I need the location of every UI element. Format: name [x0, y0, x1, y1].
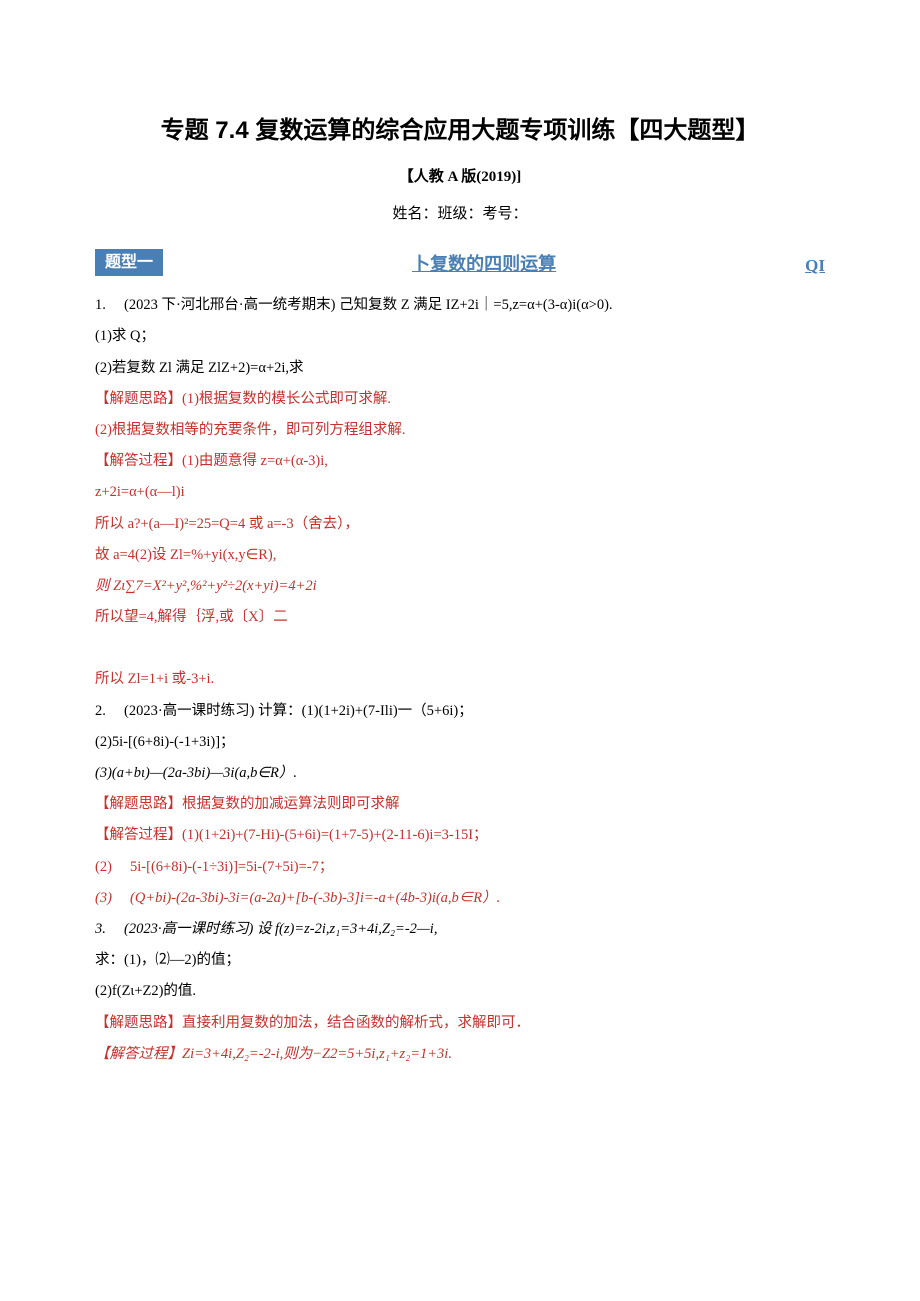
text-line: 所以望=4,解得｛浮,或〔X〕二 — [95, 606, 825, 629]
text-line — [95, 637, 825, 660]
text-line: (2)f(Zι+Z2)的值. — [95, 980, 825, 1003]
section-qi-label: QI — [805, 256, 825, 276]
text-line: 所以 Zl=1+i 或-3+i. — [95, 668, 825, 691]
text-line: 【解题思路】直接利用复数的加法，结合函数的解析式，求解即可． — [95, 1012, 825, 1035]
text-line: 3. (2023·高一课时练习) 设 f(z)=z-2i,z₁=3+4i,Z₂=… — [95, 918, 825, 941]
text-line: 【解答过程】(1)由题意得 z=α+(α-3)i, — [95, 450, 825, 473]
text-line: 2. (2023·高一课时练习) 计算：(1)(1+2i)+(7-Ili)一（5… — [95, 700, 825, 723]
section-badge: 题型一 — [95, 249, 163, 276]
text-line: (2)根据复数相等的充要条件，即可列方程组求解. — [95, 419, 825, 442]
text-line: 【解答过程】Zi=3+4i,Z₂=-2-i,则为−Z2=5+5i,z₁+z₂=1… — [95, 1043, 825, 1066]
text-line: (2)若复数 Zl 满足 ZlZ+2)=α+2i,求 — [95, 357, 825, 380]
text-line: 【解题思路】根据复数的加减运算法则即可求解 — [95, 793, 825, 816]
text-line: z+2i=α+(α—l)i — [95, 481, 825, 504]
section-heading: 卜复数的四则运算 — [169, 250, 799, 276]
student-meta: 姓名：班级：考号： — [95, 202, 825, 223]
document-body: 1. (2023 下·河北邢台·高一统考期末) 己知复数 Z 满足 IZ+2i｜… — [95, 294, 825, 1066]
text-line: (3) (Q+bi)-(2a-3bi)-3i=(a-2a)+[b-(-3b)-3… — [95, 887, 825, 910]
text-line: 【解答过程】(1)(1+2i)+(7-Hi)-(5+6i)=(1+7-5)+(2… — [95, 824, 825, 847]
text-line: 故 a=4(2)设 Zl=%+yi(x,y∈R), — [95, 544, 825, 567]
page-subtitle: 【人教 A 版(2019)] — [95, 165, 825, 186]
page-title: 专题 7.4 复数运算的综合应用大题专项训练【四大题型】 — [95, 110, 825, 145]
text-line: 【解题思路】(1)根据复数的模长公式即可求解. — [95, 388, 825, 411]
text-line: 1. (2023 下·河北邢台·高一统考期末) 己知复数 Z 满足 IZ+2i｜… — [95, 294, 825, 317]
document-page: 专题 7.4 复数运算的综合应用大题专项训练【四大题型】 【人教 A 版(201… — [0, 0, 920, 1301]
text-line: 所以 a?+(a—I)²=25=Q=4 或 a=-3（舍去）， — [95, 513, 825, 536]
section-header-row: 题型一 卜复数的四则运算 QI — [95, 249, 825, 276]
text-line: 求：(1)，⑵—2)的值； — [95, 949, 825, 972]
text-line: (2)5i-[(6+8i)-(-1+3i)]； — [95, 731, 825, 754]
text-line: (3)(a+bι)—(2a-3bi)—3i(a,b∈R）. — [95, 762, 825, 785]
text-line: (1)求 Q； — [95, 325, 825, 348]
text-line: (2) 5i-[(6+8i)-(-1÷3i)]=5i-(7+5i)=-7； — [95, 856, 825, 879]
text-line: 则 Zι∑7=X²+y²,%²+y²÷2(x+yi)=4+2i — [95, 575, 825, 598]
